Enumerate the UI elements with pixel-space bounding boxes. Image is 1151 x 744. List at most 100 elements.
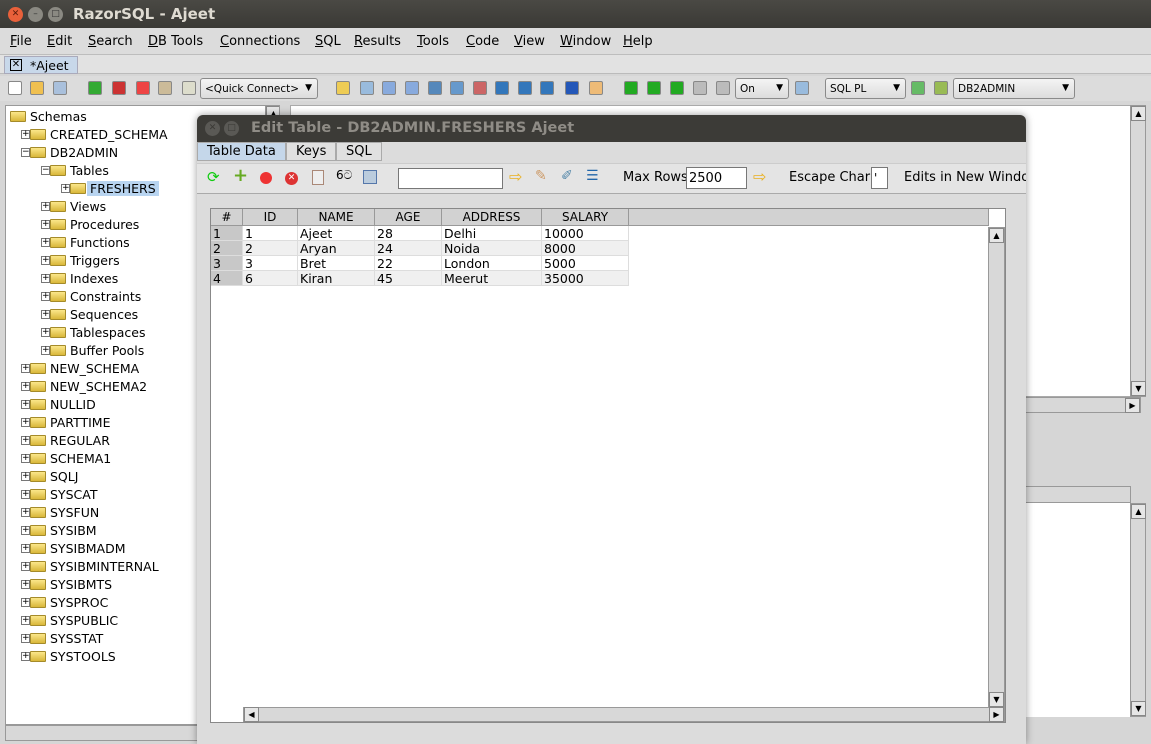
delete-row-icon[interactable] — [260, 172, 272, 184]
swap-icon[interactable] — [647, 81, 661, 95]
scroll-right-icon[interactable]: ▶ — [989, 707, 1004, 722]
run-arrow-icon[interactable] — [624, 81, 638, 95]
scroll-down-icon[interactable]: ▼ — [989, 692, 1004, 707]
quick-connect-select[interactable]: <Quick Connect> — [200, 78, 318, 99]
column-header-age[interactable]: AGE — [375, 209, 442, 226]
scroll-down-icon[interactable]: ▼ — [1131, 701, 1146, 716]
expand-icon[interactable]: + — [41, 238, 50, 247]
row-number[interactable]: 4 — [211, 271, 243, 286]
down-arrow-icon[interactable] — [670, 81, 684, 95]
minimize-window-button[interactable]: – — [28, 7, 43, 22]
lines-icon[interactable] — [518, 81, 532, 95]
column-header-row-number[interactable]: # — [211, 209, 243, 226]
expand-icon[interactable]: + — [41, 274, 50, 283]
editor-vertical-scrollbar[interactable]: ▲ ▼ — [1130, 105, 1146, 397]
add-row-icon[interactable]: + — [233, 165, 248, 186]
expand-icon[interactable]: + — [21, 436, 30, 445]
expand-icon[interactable]: + — [21, 400, 30, 409]
query-builder-icon[interactable] — [450, 81, 464, 95]
open-folder-icon[interactable] — [30, 81, 44, 95]
column-header-name[interactable]: NAME — [298, 209, 375, 226]
expand-icon[interactable]: + — [21, 382, 30, 391]
menu-results[interactable]: Results — [354, 34, 401, 49]
scroll-up-icon[interactable]: ▲ — [1131, 504, 1146, 519]
execute-icon[interactable] — [336, 81, 350, 95]
edit-icon[interactable]: ✎ — [535, 168, 547, 184]
table-cell[interactable]: 6 — [243, 271, 298, 286]
autocommit-select[interactable]: On — [735, 78, 789, 99]
edit-lines-icon[interactable]: ☰ — [586, 168, 599, 184]
table-cell[interactable]: Ajeet — [298, 226, 375, 241]
tab-table-data[interactable]: Table Data — [197, 142, 286, 161]
delete-all-icon[interactable]: ✕ — [285, 172, 298, 185]
table-cell[interactable]: 1 — [243, 226, 298, 241]
expand-icon[interactable]: + — [21, 526, 30, 535]
edit-arrow-icon[interactable]: ✐ — [561, 168, 573, 184]
table-cell[interactable]: London — [442, 256, 542, 271]
table-cell[interactable]: 28 — [375, 226, 442, 241]
close-tab-icon[interactable]: ✕ — [10, 59, 22, 71]
edit-lines-icon[interactable] — [540, 81, 554, 95]
max-rows-input[interactable] — [686, 167, 747, 189]
table-cell[interactable]: Meerut — [442, 271, 542, 286]
format-icon[interactable] — [495, 81, 509, 95]
book-icon[interactable] — [428, 81, 442, 95]
menu-connections[interactable]: Connections — [220, 34, 300, 49]
close-connection-icon[interactable] — [136, 81, 150, 95]
schema-select[interactable]: DB2ADMIN — [953, 78, 1075, 99]
expand-icon[interactable]: + — [21, 130, 30, 139]
import-icon[interactable] — [405, 81, 419, 95]
expand-icon[interactable]: + — [21, 544, 30, 553]
column-header-address[interactable]: ADDRESS — [442, 209, 542, 226]
row-number[interactable]: 1 — [211, 226, 243, 241]
expand-icon[interactable]: + — [21, 364, 30, 373]
menu-code[interactable]: Code — [466, 34, 499, 49]
dialog-maximize-button[interactable]: □ — [224, 121, 239, 136]
table-cell[interactable]: Noida — [442, 241, 542, 256]
save-icon[interactable] — [53, 81, 67, 95]
dialog-close-button[interactable]: ✕ — [205, 121, 220, 136]
connect-icon[interactable] — [88, 81, 102, 95]
expand-icon[interactable]: + — [41, 220, 50, 229]
expand-icon[interactable]: + — [21, 616, 30, 625]
expand-icon[interactable]: + — [61, 184, 70, 193]
expand-icon[interactable]: + — [41, 310, 50, 319]
new-file-icon[interactable] — [8, 81, 22, 95]
expand-icon[interactable]: + — [21, 598, 30, 607]
sheet-icon[interactable] — [934, 81, 948, 95]
filter-input[interactable] — [398, 168, 503, 189]
tab-ajeet[interactable]: ✕ *Ajeet — [4, 56, 78, 74]
table-cell[interactable]: 3 — [243, 256, 298, 271]
menu-search[interactable]: Search — [88, 34, 133, 49]
database-icon[interactable] — [182, 81, 196, 95]
table-cell[interactable]: Bret — [298, 256, 375, 271]
expand-icon[interactable]: + — [41, 346, 50, 355]
expand-icon[interactable]: + — [21, 562, 30, 571]
view-icon[interactable]: 6ට — [336, 168, 352, 183]
expand-icon[interactable]: + — [41, 202, 50, 211]
menu-db-tools[interactable]: DB Tools — [148, 34, 203, 49]
menu-help[interactable]: Help — [623, 34, 653, 49]
menu-edit[interactable]: Edit — [47, 34, 72, 49]
commit-check-icon[interactable] — [693, 81, 707, 95]
escape-char-input[interactable] — [871, 167, 888, 189]
expand-icon[interactable]: + — [21, 580, 30, 589]
collapse-icon[interactable]: − — [21, 148, 30, 157]
close-window-button[interactable]: ✕ — [8, 7, 23, 22]
scroll-right-icon[interactable]: ▶ — [1125, 398, 1140, 413]
row-number[interactable]: 3 — [211, 256, 243, 271]
table-cell[interactable]: Aryan — [298, 241, 375, 256]
table-cell[interactable]: Delhi — [442, 226, 542, 241]
calendar-icon[interactable] — [589, 81, 603, 95]
scroll-left-icon[interactable]: ◀ — [244, 707, 259, 722]
go-arrow-icon[interactable]: ⇨ — [509, 167, 522, 186]
maximize-window-button[interactable]: □ — [48, 7, 63, 22]
tab-sql[interactable]: SQL — [336, 142, 382, 161]
expand-icon[interactable]: + — [21, 508, 30, 517]
table-cell[interactable]: 22 — [375, 256, 442, 271]
menu-sql[interactable]: SQL — [315, 34, 341, 49]
compare-icon[interactable] — [911, 81, 925, 95]
scroll-up-icon[interactable]: ▲ — [1131, 106, 1146, 121]
menu-window[interactable]: Window — [560, 34, 611, 49]
expand-icon[interactable]: + — [21, 652, 30, 661]
